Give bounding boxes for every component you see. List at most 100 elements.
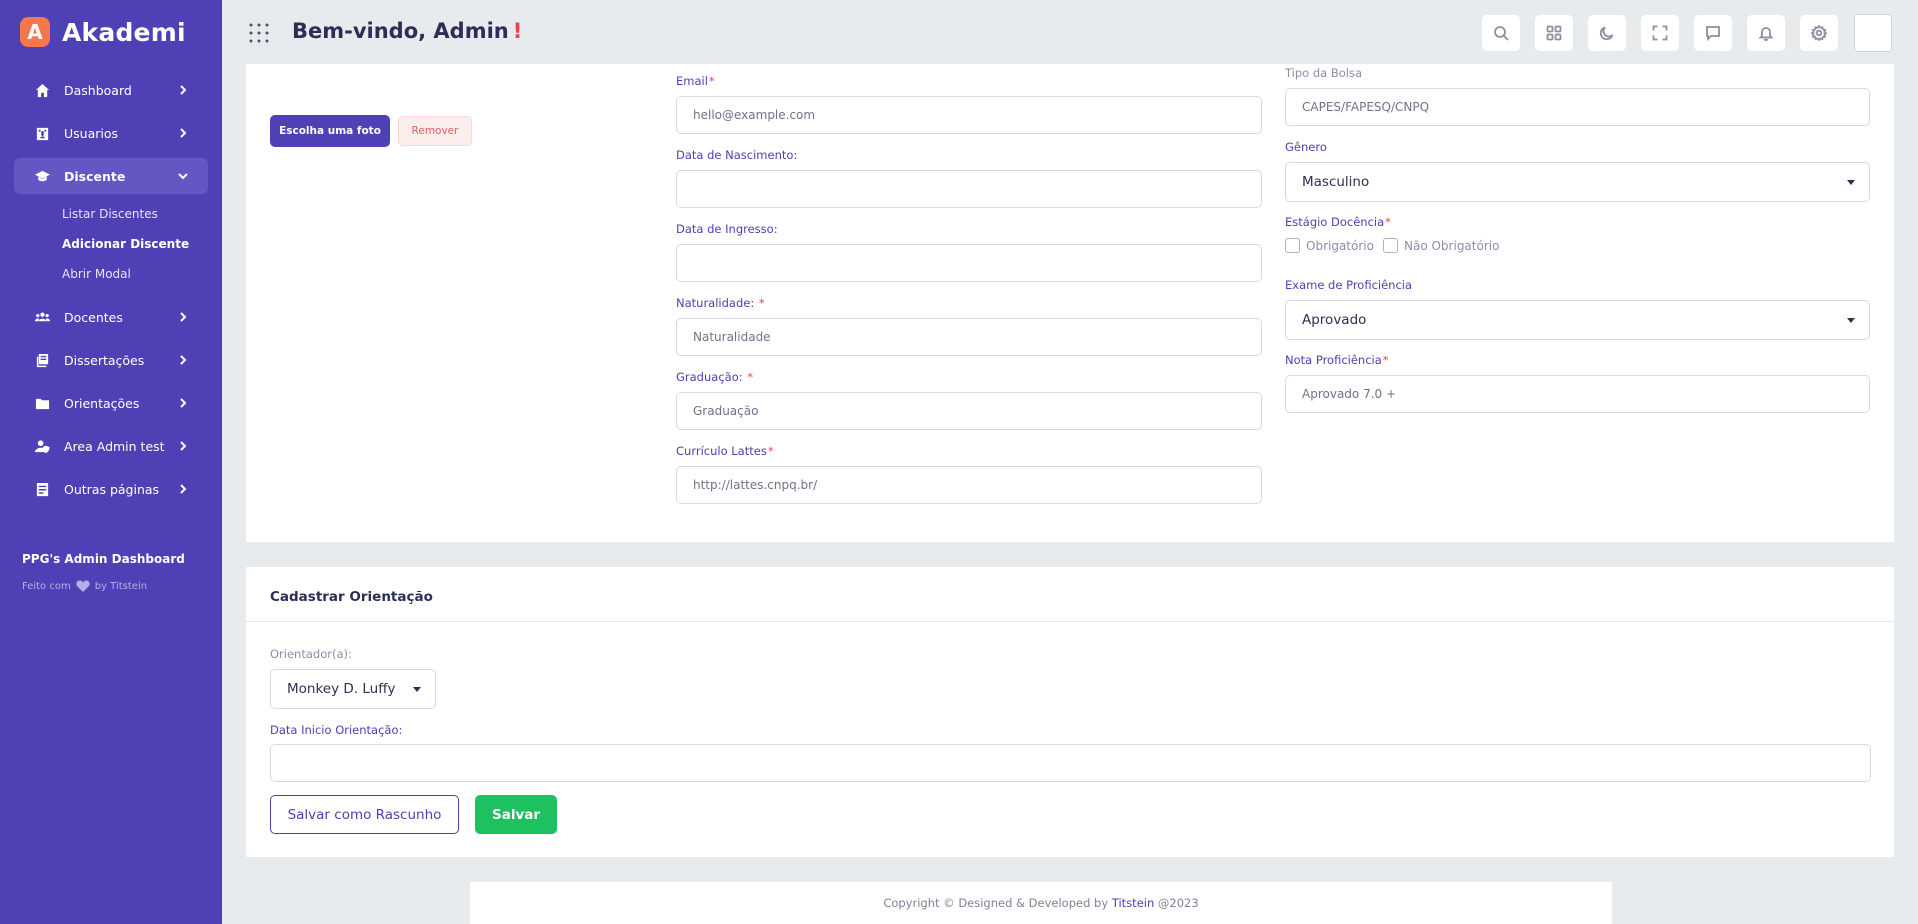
- proficiency-exam-value: Aprovado: [1302, 312, 1367, 328]
- sidebar-item-label: Area Admin test: [64, 438, 165, 454]
- orientation-start-field[interactable]: [270, 744, 1871, 782]
- chevron-right-icon: [178, 439, 192, 453]
- sidebar-item-area-admin-test[interactable]: Area Admin test: [14, 428, 208, 464]
- graduation-label-text: Graduação:: [676, 370, 743, 384]
- welcome-text: Bem-vindo, Admin: [292, 19, 509, 43]
- proficiency-grade-field[interactable]: Aprovado 7.0 +: [1285, 375, 1870, 413]
- proficiency-exam-select[interactable]: Aprovado: [1285, 300, 1870, 340]
- gender-label: Gênero: [1285, 140, 1327, 154]
- choose-photo-button[interactable]: Escolha uma foto: [270, 115, 390, 147]
- ingress-date-field[interactable]: [676, 244, 1262, 282]
- settings-button[interactable]: [1800, 15, 1838, 51]
- dark-mode-button[interactable]: [1588, 15, 1626, 51]
- sidebar: A Akademi Dashboard Usuarios Discente Li…: [0, 0, 222, 924]
- sidebar-nav: Dashboard Usuarios Discente Listar Disce…: [0, 72, 222, 507]
- sidebar-item-label: Orientações: [64, 395, 140, 411]
- discente-submenu: Listar Discentes Adicionar Discente Abri…: [62, 199, 222, 289]
- required-mark: *: [1382, 353, 1389, 367]
- document-icon: [34, 481, 50, 497]
- lattes-label: Currículo Lattes*: [676, 444, 774, 458]
- home-icon: [34, 82, 50, 98]
- advisor-select-value: Monkey D. Luffy: [287, 681, 396, 697]
- folder-icon: [34, 395, 50, 411]
- naturality-label-text: Naturalidade:: [676, 296, 755, 310]
- sidebar-item-orientacoes[interactable]: Orientações: [14, 385, 208, 421]
- sidebar-item-usuarios[interactable]: Usuarios: [14, 115, 208, 151]
- remove-photo-button[interactable]: Remover: [398, 116, 472, 146]
- orientation-title: Cadastrar Orientação: [270, 589, 433, 605]
- orientation-start-label: Data Inicio Orientação:: [270, 723, 403, 737]
- naturality-field[interactable]: Naturalidade: [676, 318, 1262, 356]
- sidebar-item-dashboard[interactable]: Dashboard: [14, 72, 208, 108]
- sidebar-footer-credit: Feito com by Titstein: [22, 580, 185, 592]
- chevron-right-icon: [178, 353, 192, 367]
- brand-name: Akademi: [62, 17, 186, 47]
- author-link[interactable]: Titstein: [1112, 896, 1154, 910]
- search-button[interactable]: [1482, 15, 1520, 51]
- lattes-field[interactable]: http://lattes.cnpq.br/: [676, 466, 1262, 504]
- user-shield-icon: [34, 438, 50, 454]
- chevron-right-icon: [178, 310, 192, 324]
- submenu-adicionar-discente[interactable]: Adicionar Discente: [62, 229, 222, 259]
- top-header: Bem-vindo, Admin!: [222, 0, 1918, 64]
- gear-icon: [1811, 25, 1827, 41]
- caret-down-icon: [1847, 318, 1855, 323]
- advisor-select[interactable]: Monkey D. Luffy: [270, 669, 436, 709]
- save-draft-button[interactable]: Salvar como Rascunho: [270, 795, 459, 834]
- people-group-icon: [34, 309, 50, 325]
- sidebar-item-label: Discente: [64, 168, 126, 184]
- sidebar-item-label: Dashboard: [64, 82, 132, 98]
- fullscreen-button[interactable]: [1641, 15, 1679, 51]
- checkbox-obrigatorio[interactable]: Obrigatório: [1285, 238, 1374, 253]
- submenu-listar-discentes[interactable]: Listar Discentes: [62, 199, 222, 229]
- sidebar-item-discente[interactable]: Discente: [14, 158, 208, 194]
- chevron-right-icon: [178, 482, 192, 496]
- sidebar-item-label: Dissertações: [64, 352, 145, 368]
- page-title: Bem-vindo, Admin!: [292, 19, 522, 43]
- checkbox-box[interactable]: [1285, 238, 1300, 253]
- email-label: Email*: [676, 74, 715, 88]
- submenu-abrir-modal[interactable]: Abrir Modal: [62, 259, 222, 289]
- teaching-label-text: Estágio Docência: [1285, 215, 1385, 229]
- caret-down-icon: [413, 687, 421, 692]
- sidebar-item-docentes[interactable]: Docentes: [14, 299, 208, 335]
- copyright-year: @2023: [1157, 896, 1199, 910]
- graduation-field[interactable]: Graduação: [676, 392, 1262, 430]
- bell-icon: [1758, 27, 1774, 41]
- sidebar-item-outras-paginas[interactable]: Outras páginas: [14, 471, 208, 507]
- brand-logo: A: [20, 17, 50, 47]
- made-with-text: Feito com: [22, 580, 71, 592]
- sidebar-footer: PPG's Admin Dashboard Feito com by Titst…: [22, 552, 185, 592]
- birth-date-field[interactable]: [676, 170, 1262, 208]
- moon-icon: [1599, 26, 1614, 41]
- graduation-cap-icon: [34, 168, 50, 184]
- fullscreen-icon: [1652, 25, 1668, 41]
- app-grid-icon[interactable]: [248, 22, 270, 44]
- chevron-right-icon: [178, 126, 192, 140]
- birth-date-label: Data de Nascimento:: [676, 148, 798, 162]
- caret-down-icon: [1847, 180, 1855, 185]
- required-mark: *: [708, 74, 715, 88]
- notifications-button[interactable]: [1747, 15, 1785, 51]
- gender-select-value: Masculino: [1302, 174, 1370, 190]
- email-label-text: Email: [676, 74, 708, 88]
- checkbox-nao-obrigatorio[interactable]: Não Obrigatório: [1383, 238, 1499, 253]
- apps-button[interactable]: [1535, 15, 1573, 51]
- sidebar-item-dissertacoes[interactable]: Dissertações: [14, 342, 208, 378]
- books-icon: [34, 352, 50, 368]
- checkbox-box[interactable]: [1383, 238, 1398, 253]
- chevron-down-icon: [178, 169, 192, 183]
- brand[interactable]: A Akademi: [0, 0, 222, 64]
- required-mark: *: [767, 444, 774, 458]
- sidebar-item-label: Docentes: [64, 309, 123, 325]
- page-footer: Copyright © Designed & Developed by Tits…: [470, 882, 1612, 924]
- avatar[interactable]: [1854, 14, 1892, 52]
- scholarship-field[interactable]: CAPES/FAPESQ/CNPQ: [1285, 88, 1870, 126]
- checkbox-label: Obrigatório: [1306, 238, 1374, 253]
- messages-button[interactable]: [1694, 15, 1732, 51]
- by-author-text: by Titstein: [94, 580, 148, 592]
- save-button[interactable]: Salvar: [475, 795, 557, 834]
- email-field[interactable]: hello@example.com: [676, 96, 1262, 134]
- gender-select[interactable]: Masculino: [1285, 162, 1870, 202]
- ingress-date-label: Data de Ingresso:: [676, 222, 778, 236]
